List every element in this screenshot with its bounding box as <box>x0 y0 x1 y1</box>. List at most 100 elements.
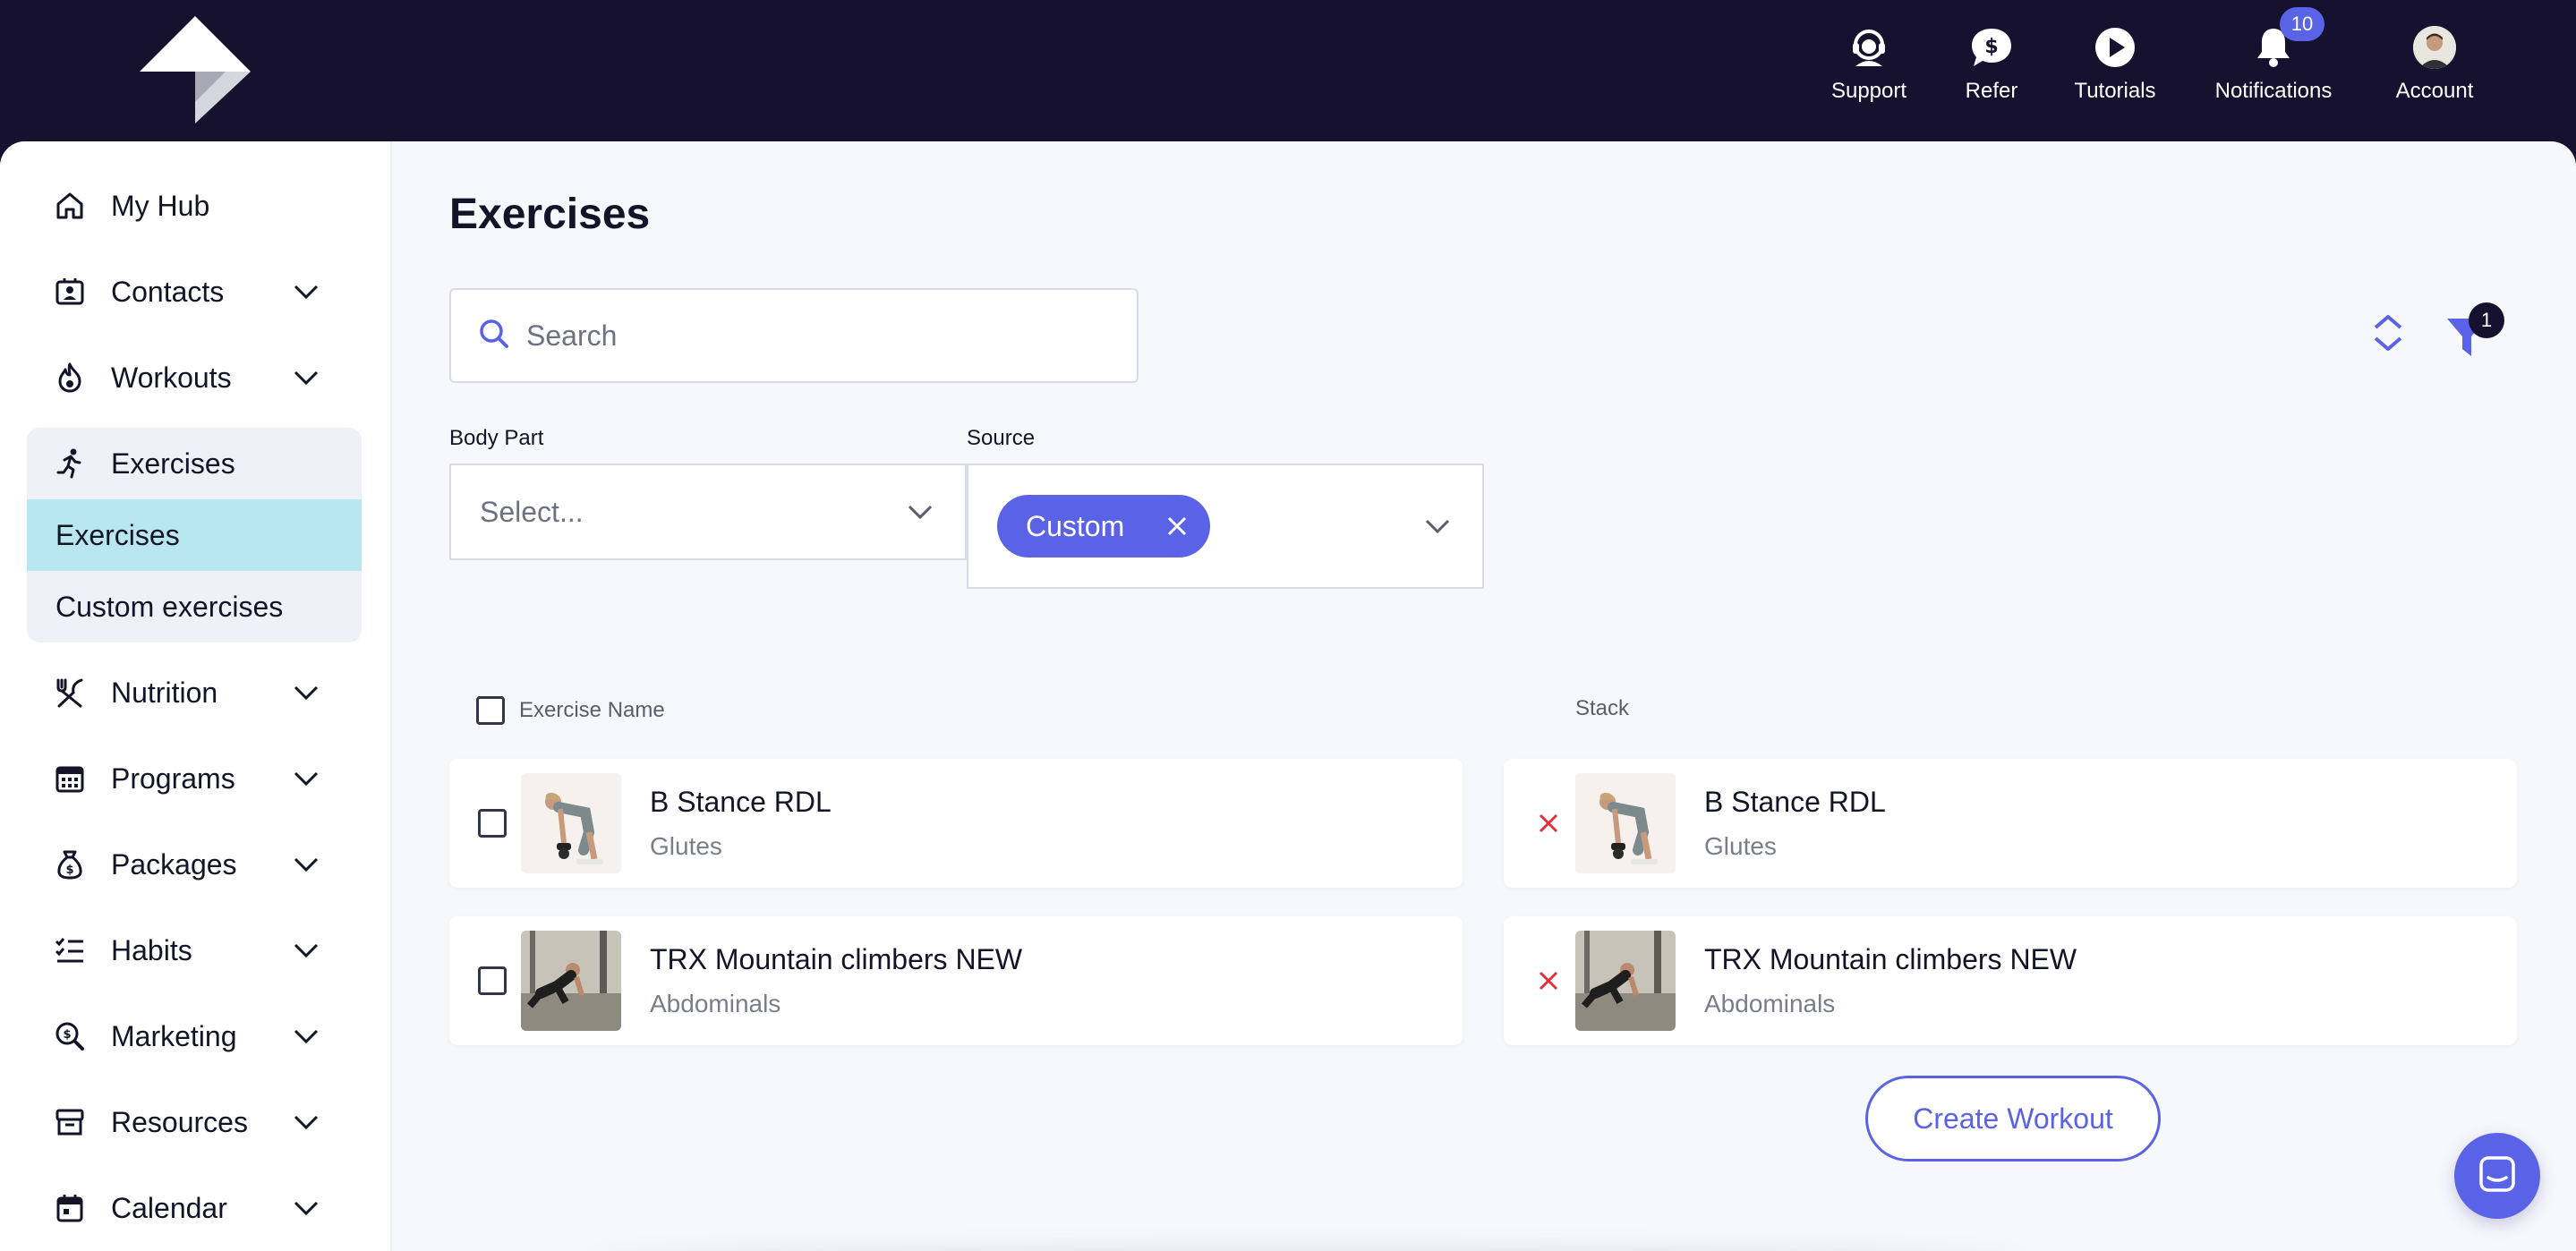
sidebar-item-my-hub[interactable]: My Hub <box>27 174 362 238</box>
row-checkbox[interactable] <box>478 966 507 995</box>
sidebar-item-label: Contacts <box>111 275 225 308</box>
sidebar-item-label: Habits <box>111 933 192 966</box>
source-chip: Custom <box>997 495 1211 557</box>
exercise-name: B Stance RDL <box>650 786 832 818</box>
utensils-icon <box>52 675 88 711</box>
play-icon <box>2091 23 2139 72</box>
sort-button[interactable] <box>2361 308 2415 362</box>
support-button[interactable]: Support <box>1826 23 1912 104</box>
sidebar-item-packages[interactable]: $ Packages <box>27 832 362 897</box>
exercise-thumbnail <box>1575 773 1676 873</box>
checklist-icon <box>52 932 88 968</box>
calendar-grid-icon <box>52 761 88 796</box>
sidebar-subitem-custom-exercises[interactable]: Custom exercises <box>27 571 362 643</box>
exercise-name: TRX Mountain climbers NEW <box>650 943 1023 975</box>
sidebar-item-marketing[interactable]: $ Marketing <box>27 1004 362 1068</box>
exercise-name-header-label: Exercise Name <box>519 698 665 722</box>
support-label: Support <box>1830 79 1907 103</box>
exercise-thumbnail <box>521 931 621 1031</box>
search-icon <box>478 318 510 354</box>
sidebar-item-programs[interactable]: Programs <box>27 746 362 811</box>
search-dollar-icon: $ <box>52 1018 88 1054</box>
exercise-name-header: Exercise Name <box>476 696 665 725</box>
stack-exercise-body-part: Abdominals <box>1704 990 1836 1017</box>
avatar <box>2413 26 2456 69</box>
chevron-down-icon <box>290 1106 322 1138</box>
sidebar-item-label: Programs <box>111 762 235 795</box>
sort-icon <box>2372 311 2404 359</box>
exercise-thumbnail <box>1575 931 1676 1031</box>
remove-icon[interactable] <box>1534 809 1563 838</box>
chat-icon <box>2478 1154 2517 1198</box>
sidebar-item-label: Exercises <box>111 447 235 480</box>
chevron-down-icon <box>1420 508 1455 544</box>
sidebar-item-habits[interactable]: Habits <box>27 918 362 983</box>
exercise-row[interactable]: B Stance RDL Glutes <box>449 759 1463 888</box>
chevron-down-icon <box>290 677 322 709</box>
sidebar-item-workouts[interactable]: Workouts <box>27 345 362 410</box>
archive-icon <box>52 1104 88 1140</box>
filter-button[interactable]: 1 <box>2442 302 2504 365</box>
running-icon <box>52 446 88 481</box>
tutorials-label: Tutorials <box>2074 79 2156 103</box>
stack-exercise-name: TRX Mountain climbers NEW <box>1704 943 2077 975</box>
notifications-button[interactable]: 10 Notifications <box>2211 7 2336 104</box>
app-shell: My Hub Contacts Workouts Exercises Exerc… <box>0 141 2576 1251</box>
chevron-down-icon <box>290 1192 322 1224</box>
exercise-row[interactable]: TRX Mountain climbers NEW Abdominals <box>449 916 1463 1045</box>
svg-text:$: $ <box>63 1028 71 1042</box>
sidebar-item-exercises[interactable]: Exercises <box>27 431 362 496</box>
source-select[interactable]: Custom <box>967 464 1484 589</box>
chat-button[interactable] <box>2454 1133 2540 1219</box>
close-icon[interactable] <box>1162 511 1192 541</box>
stack-exercise-name: B Stance RDL <box>1704 786 1886 818</box>
chevron-down-icon <box>290 276 322 308</box>
remove-icon[interactable] <box>1534 966 1563 995</box>
account-button[interactable]: Account <box>2392 23 2478 104</box>
brand-logo[interactable] <box>140 16 251 123</box>
sidebar-item-calendar[interactable]: Calendar <box>27 1176 362 1240</box>
sidebar-item-resources[interactable]: Resources <box>27 1090 362 1154</box>
create-workout-button[interactable]: Create Workout <box>1865 1076 2161 1162</box>
sidebar-item-contacts[interactable]: Contacts <box>27 260 362 324</box>
stack-row: TRX Mountain climbers NEW Abdominals <box>1504 916 2517 1045</box>
select-all-checkbox[interactable] <box>476 696 505 725</box>
source-chip-label: Custom <box>1026 509 1125 542</box>
chevron-down-icon <box>902 494 938 530</box>
body-part-placeholder: Select... <box>480 495 584 528</box>
main-content: Exercises 1 Body Part Select... Source C… <box>392 141 2576 1251</box>
chevron-down-icon <box>290 1020 322 1052</box>
source-label: Source <box>967 426 1036 450</box>
tutorials-button[interactable]: Tutorials <box>2073 23 2157 104</box>
sidebar-item-nutrition[interactable]: Nutrition <box>27 660 362 725</box>
sidebar-item-label: Nutrition <box>111 676 218 709</box>
chevron-down-icon <box>290 362 322 394</box>
svg-text:$: $ <box>65 864 73 877</box>
calendar-icon <box>52 1190 88 1226</box>
account-label: Account <box>2395 79 2474 103</box>
chevron-down-icon <box>290 934 322 966</box>
flame-icon <box>52 360 88 396</box>
sidebar-subitem-exercises[interactable]: Exercises <box>27 499 362 571</box>
body-part-label: Body Part <box>449 426 544 450</box>
home-icon <box>52 188 88 224</box>
search-box[interactable] <box>449 288 1139 383</box>
sidebar-item-label: Workouts <box>111 361 232 394</box>
contacts-icon <box>52 274 88 310</box>
exercise-body-part: Glutes <box>650 832 722 860</box>
top-header: Support $ Refer Tutorials 10 Notificatio… <box>0 0 2576 141</box>
svg-text:$: $ <box>1984 36 1998 58</box>
chevron-down-icon <box>290 848 322 881</box>
sidebar: My Hub Contacts Workouts Exercises Exerc… <box>0 141 392 1251</box>
sidebar-item-label: Packages <box>111 847 237 881</box>
stack-exercise-body-part: Glutes <box>1704 832 1777 860</box>
search-input[interactable] <box>526 319 1063 353</box>
row-checkbox[interactable] <box>478 809 507 838</box>
sidebar-item-label: My Hub <box>111 189 210 222</box>
body-part-select[interactable]: Select... <box>449 464 967 560</box>
refer-button[interactable]: $ Refer <box>1958 23 2025 104</box>
bell-icon: 10 <box>2249 7 2324 72</box>
sidebar-item-label: Calendar <box>111 1191 227 1224</box>
dollar-chat-icon: $ <box>1967 23 2016 72</box>
sidebar-item-label: Resources <box>111 1105 248 1138</box>
